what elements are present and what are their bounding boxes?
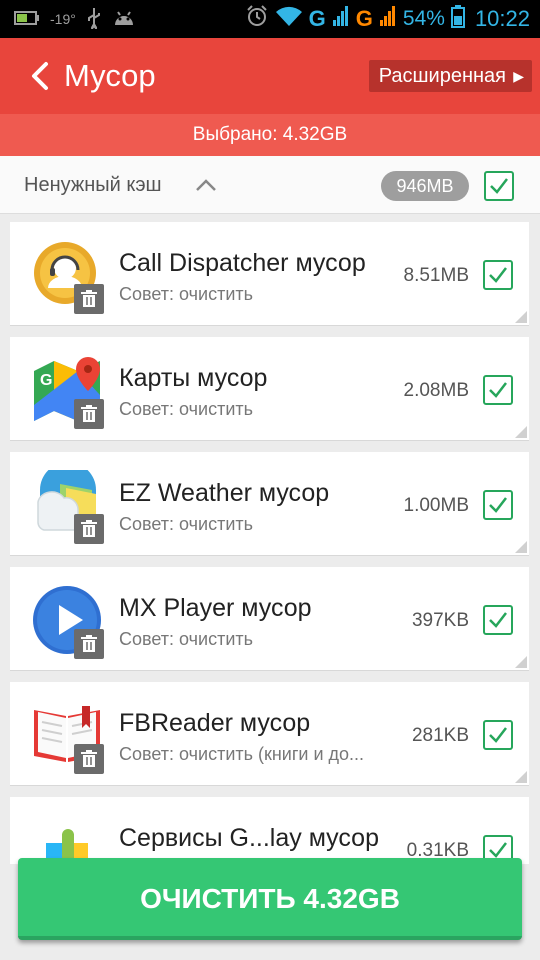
- item-size: 8.51MB: [403, 265, 469, 286]
- wifi-icon: [275, 5, 303, 33]
- section-size-badge: 946MB: [381, 171, 469, 201]
- chevron-right-icon: ▶: [513, 68, 524, 84]
- item-checkbox[interactable]: [483, 605, 513, 635]
- selected-summary: Выбрано: 4.32GB: [0, 114, 540, 156]
- card-corner: [515, 426, 527, 438]
- alarm-icon: [245, 4, 269, 34]
- app-bar: Мусор Расширенная ▶: [0, 38, 540, 114]
- page-title: Мусор: [64, 58, 156, 93]
- item-subtitle: Совет: очистить (книги и до...: [119, 744, 365, 764]
- item-checkbox[interactable]: [483, 490, 513, 520]
- section-checkbox[interactable]: [484, 171, 514, 201]
- temperature-text: -19°: [50, 11, 76, 27]
- item-size: 397KB: [411, 610, 469, 631]
- list-item[interactable]: FBReader мусор Совет: очистить (книги и …: [10, 682, 529, 786]
- network-type-2: G: [355, 6, 373, 31]
- trash-icon: [74, 284, 104, 314]
- signal-icon-1: [332, 5, 350, 33]
- network-type-1: G: [308, 6, 326, 31]
- item-checkbox[interactable]: [483, 260, 513, 290]
- item-title: Call Dispatcher мусор: [119, 249, 366, 277]
- android-debug-icon: [112, 8, 136, 31]
- advanced-button[interactable]: Расширенная ▶: [368, 60, 532, 92]
- clean-button[interactable]: ОЧИСТИТЬ 4.32GB: [18, 858, 522, 940]
- item-size: 2.08MB: [403, 380, 469, 401]
- trash-icon: [74, 399, 104, 429]
- back-arrow-icon[interactable]: [26, 56, 66, 96]
- item-title: MX Player мусор: [119, 594, 312, 622]
- list-item[interactable]: EZ Weather мусор Совет: очистить 1.00MB: [10, 452, 529, 556]
- trash-icon: [74, 744, 104, 774]
- advanced-button-label: Расширенная: [378, 65, 506, 87]
- chevron-up-icon[interactable]: [194, 173, 218, 197]
- item-title: EZ Weather мусор: [119, 479, 330, 507]
- trash-icon: [74, 514, 104, 544]
- card-corner: [515, 771, 527, 783]
- junk-list[interactable]: Call Dispatcher мусор Совет: очистить 8.…: [0, 214, 540, 864]
- item-title: Карты мусор: [119, 364, 268, 392]
- battery-icon: [450, 4, 465, 34]
- signal-icon-2: [379, 5, 397, 33]
- item-subtitle: Совет: очистить: [119, 629, 253, 649]
- item-subtitle: Совет: очистить: [119, 514, 253, 534]
- status-bar: -19° G G 54% 10:22: [0, 0, 540, 38]
- list-item[interactable]: MX Player мусор Совет: очистить 397KB: [10, 567, 529, 671]
- item-title: Сервисы G...lay мусор: [119, 824, 379, 852]
- usb-icon: [86, 7, 102, 32]
- clock: 10:22: [474, 6, 530, 31]
- junk-cache-section-header[interactable]: Ненужный кэш 946MB: [0, 156, 540, 214]
- item-size: 1.00MB: [403, 495, 469, 516]
- item-checkbox[interactable]: [483, 375, 513, 405]
- card-corner: [515, 311, 527, 323]
- google-play-services-icon: [32, 815, 102, 864]
- list-item[interactable]: G Карты мусор Совет: очистить 2.08MB: [10, 337, 529, 441]
- battery-charging-icon: [14, 10, 40, 29]
- item-subtitle: Совет: очистить: [119, 284, 253, 304]
- list-item[interactable]: Call Dispatcher мусор Совет: очистить 8.…: [10, 222, 529, 326]
- item-subtitle: Совет: очистить: [119, 399, 253, 419]
- trash-icon: [74, 629, 104, 659]
- svg-text:G: G: [40, 372, 52, 389]
- item-checkbox[interactable]: [483, 720, 513, 750]
- battery-percent: 54%: [402, 7, 445, 30]
- item-title: FBReader мусор: [119, 709, 311, 737]
- card-corner: [515, 541, 527, 553]
- list-item[interactable]: Сервисы G...lay мусор 0.31KB: [10, 797, 529, 864]
- item-size: 281KB: [411, 725, 469, 746]
- section-label: Ненужный кэш: [24, 174, 162, 196]
- card-corner: [515, 656, 527, 668]
